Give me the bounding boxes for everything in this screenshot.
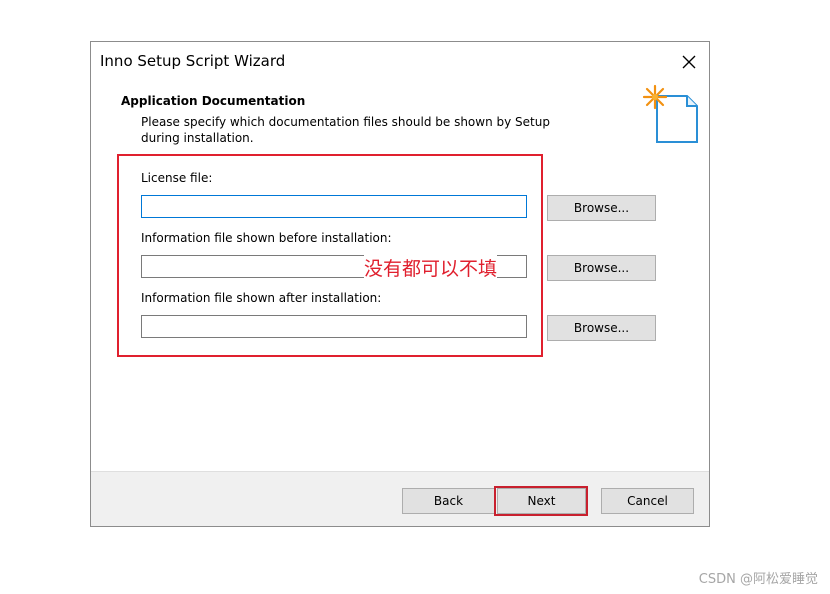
wizard-dialog: Inno Setup Script Wizard Application Doc… [90, 41, 710, 527]
after-install-browse-button[interactable]: Browse... [547, 315, 656, 341]
before-install-browse-button[interactable]: Browse... [547, 255, 656, 281]
window-title: Inno Setup Script Wizard [100, 52, 286, 70]
page-description: Please specify which documentation files… [141, 115, 550, 145]
title-bar: Inno Setup Script Wizard [91, 42, 709, 82]
next-button-highlight [494, 486, 588, 516]
annotation-note: 没有都可以不填 [364, 254, 498, 281]
wizard-document-sparkle-icon [642, 84, 698, 143]
close-icon [682, 55, 696, 69]
close-button[interactable] [675, 48, 703, 76]
page-heading: Application Documentation [121, 94, 306, 108]
watermark: CSDN @阿松爱睡觉 [698, 572, 818, 587]
license-browse-button[interactable]: Browse... [547, 195, 656, 221]
cancel-button[interactable]: Cancel [601, 488, 694, 514]
back-button[interactable]: Back [402, 488, 495, 514]
